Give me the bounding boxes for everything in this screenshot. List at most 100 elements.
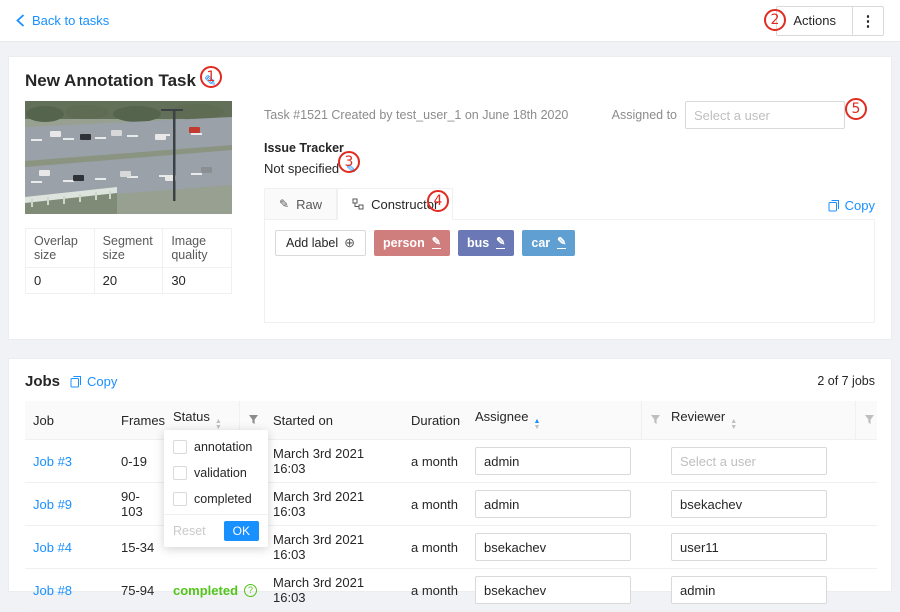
filter-option-validation[interactable]: validation bbox=[164, 460, 268, 486]
jobs-header: Jobs Copy 2 of 7 jobs bbox=[25, 369, 875, 393]
job-reviewer-select[interactable] bbox=[671, 533, 827, 561]
filter-option-completed[interactable]: completed bbox=[164, 486, 268, 512]
label-tag-person-name: person bbox=[383, 236, 425, 250]
job-reviewer-select[interactable] bbox=[671, 490, 827, 518]
reviewer-filter-icon[interactable] bbox=[855, 401, 877, 440]
task-meta-text: Task #1521 Created by test_user_1 on Jun… bbox=[264, 108, 568, 122]
job-status: completed? bbox=[165, 569, 239, 612]
job-started: March 3rd 2021 16:03 bbox=[265, 483, 403, 526]
job-started: March 3rd 2021 16:03 bbox=[265, 569, 403, 612]
label-tag-bus[interactable]: bus ✎ bbox=[458, 230, 514, 256]
param-value-overlap: 0 bbox=[26, 268, 95, 294]
param-value-quality: 30 bbox=[163, 268, 232, 294]
column-header-reviewer[interactable]: Reviewer ▲▼ bbox=[663, 401, 855, 440]
param-header-segment: Segment size bbox=[94, 229, 163, 268]
column-header-started: Started on bbox=[265, 401, 403, 440]
constructor-icon bbox=[352, 198, 364, 210]
edit-label-icon[interactable]: ✎ bbox=[432, 237, 441, 249]
back-to-tasks-link[interactable]: Back to tasks bbox=[16, 13, 109, 28]
column-header-frames: Frames bbox=[113, 401, 165, 440]
job-assignee-select[interactable] bbox=[475, 533, 631, 561]
filter-option-label: annotation bbox=[194, 440, 252, 454]
job-started: March 3rd 2021 16:03 bbox=[265, 526, 403, 569]
jobs-table: Job Frames Status▲▼ Started on Duration … bbox=[25, 401, 877, 612]
assigned-to-label: Assigned to bbox=[612, 108, 677, 122]
task-preview-image bbox=[25, 101, 232, 214]
task-right-column: Task #1521 Created by test_user_1 on Jun… bbox=[264, 101, 875, 323]
copy-labels-link[interactable]: Copy bbox=[828, 198, 875, 213]
status-header-label: Status bbox=[173, 409, 210, 424]
copy-icon bbox=[70, 375, 82, 388]
assigned-to-group: Assigned to bbox=[612, 101, 845, 129]
task-assignee-select[interactable] bbox=[685, 101, 845, 129]
column-header-duration: Duration bbox=[403, 401, 467, 440]
status-filter-dropdown: annotation validation completed Reset OK bbox=[164, 430, 268, 547]
annotation-marker-3: 3 bbox=[338, 151, 360, 173]
job-row: Job #3 0-19 March 3rd 2021 16:03 a month bbox=[25, 440, 877, 483]
column-header-assignee[interactable]: Assignee ▲▼ bbox=[467, 401, 641, 440]
job-row: Job #9 90-103 March 3rd 2021 16:03 a mon… bbox=[25, 483, 877, 526]
edit-label-icon[interactable]: ✎ bbox=[496, 237, 505, 249]
param-value-segment: 20 bbox=[94, 268, 163, 294]
actions-menu-button[interactable]: ⋮ bbox=[852, 6, 884, 36]
copy-label: Copy bbox=[87, 374, 117, 389]
back-label: Back to tasks bbox=[32, 13, 109, 28]
filter-ok-button[interactable]: OK bbox=[224, 521, 259, 541]
job-assignee-select[interactable] bbox=[475, 576, 631, 604]
job-started: March 3rd 2021 16:03 bbox=[265, 440, 403, 483]
param-header-overlap: Overlap size bbox=[26, 229, 95, 268]
job-duration: a month bbox=[403, 483, 467, 526]
tab-raw[interactable]: ✎ Raw bbox=[264, 188, 337, 220]
filter-option-label: completed bbox=[194, 492, 252, 506]
job-reviewer-select[interactable] bbox=[671, 447, 827, 475]
annotation-marker-4: 4 bbox=[427, 190, 449, 212]
job-link[interactable]: Job #4 bbox=[33, 540, 72, 555]
job-assignee-select[interactable] bbox=[475, 490, 631, 518]
back-chevron-icon bbox=[16, 14, 25, 27]
tab-raw-label: Raw bbox=[296, 197, 322, 212]
job-frames: 0-19 bbox=[113, 440, 165, 483]
copy-jobs-link[interactable]: Copy bbox=[70, 374, 117, 389]
add-label-button[interactable]: Add label ⊕ bbox=[275, 230, 366, 256]
job-duration: a month bbox=[403, 526, 467, 569]
job-assignee-select[interactable] bbox=[475, 447, 631, 475]
job-status-text: completed bbox=[173, 583, 238, 598]
task-params-table: Overlap size Segment size Image quality … bbox=[25, 228, 232, 294]
status-help-icon[interactable]: ? bbox=[244, 584, 257, 597]
assignee-filter-icon[interactable] bbox=[641, 401, 663, 440]
annotation-marker-2: 2 bbox=[764, 9, 786, 31]
filter-option-annotation[interactable]: annotation bbox=[164, 434, 268, 460]
jobs-count: 2 of 7 jobs bbox=[817, 374, 875, 388]
checkbox-annotation[interactable] bbox=[173, 440, 187, 454]
job-frames: 15-34 bbox=[113, 526, 165, 569]
job-link[interactable]: Job #8 bbox=[33, 583, 72, 598]
edit-label-icon[interactable]: ✎ bbox=[557, 237, 566, 249]
actions-group: Actions ⋮ bbox=[776, 6, 884, 36]
kebab-icon: ⋮ bbox=[861, 13, 876, 30]
add-label-text: Add label bbox=[286, 236, 338, 250]
task-body: Overlap size Segment size Image quality … bbox=[25, 101, 875, 323]
job-row: Job #8 75-94 completed? March 3rd 2021 1… bbox=[25, 569, 877, 612]
checkbox-completed[interactable] bbox=[173, 492, 187, 506]
label-tag-bus-name: bus bbox=[467, 236, 489, 250]
labels-tabs-row: ✎ Raw Constructor Copy bbox=[264, 188, 875, 220]
annotation-marker-5: 5 bbox=[845, 98, 867, 120]
task-left-column: Overlap size Segment size Image quality … bbox=[25, 101, 232, 323]
actions-button[interactable]: Actions bbox=[776, 6, 853, 36]
job-reviewer-select[interactable] bbox=[671, 576, 827, 604]
copy-label: Copy bbox=[845, 198, 875, 213]
label-tag-person[interactable]: person ✎ bbox=[374, 230, 450, 256]
checkbox-validation[interactable] bbox=[173, 466, 187, 480]
job-row: Job #4 15-34 March 3rd 2021 16:03 a mont… bbox=[25, 526, 877, 569]
assignee-header-label: Assignee bbox=[475, 409, 528, 424]
param-header-quality: Image quality bbox=[163, 229, 232, 268]
sort-icon[interactable]: ▲▼ bbox=[533, 419, 540, 431]
copy-icon bbox=[828, 199, 840, 212]
job-link[interactable]: Job #3 bbox=[33, 454, 72, 469]
reviewer-header-label: Reviewer bbox=[671, 409, 725, 424]
sort-icon[interactable]: ▲▼ bbox=[730, 419, 737, 431]
label-tag-car[interactable]: car ✎ bbox=[522, 230, 575, 256]
filter-reset-button[interactable]: Reset bbox=[173, 524, 206, 538]
job-link[interactable]: Job #9 bbox=[33, 497, 72, 512]
column-header-job: Job bbox=[25, 401, 113, 440]
